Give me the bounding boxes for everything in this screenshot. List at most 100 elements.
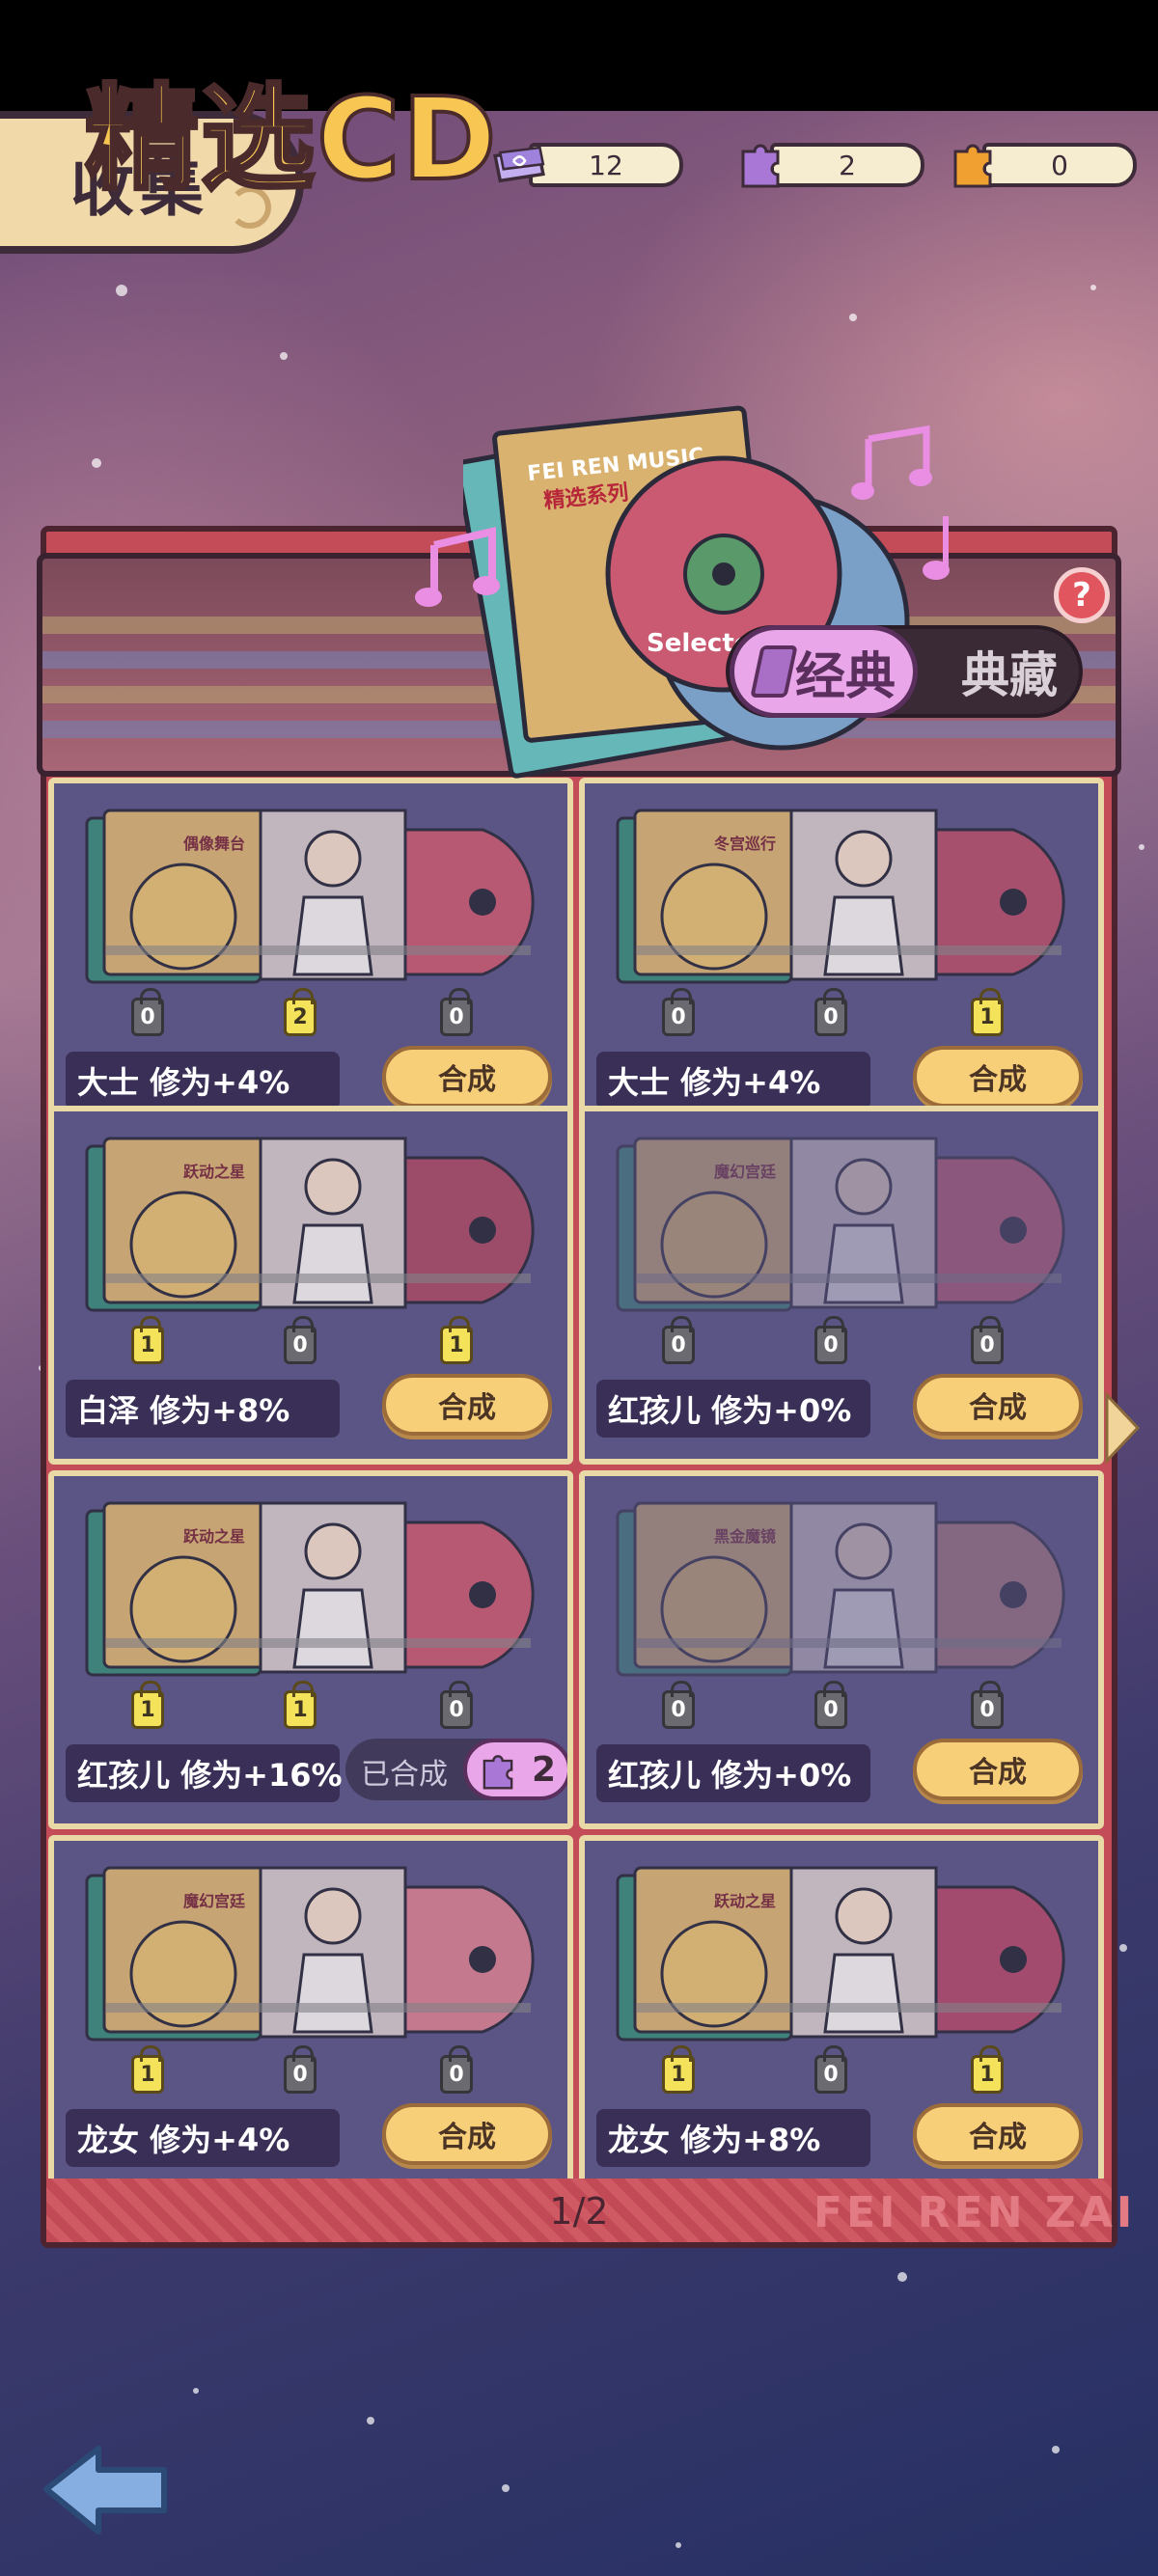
star bbox=[1119, 1944, 1127, 1952]
orange-fragment-count: 0 bbox=[982, 143, 1137, 187]
star bbox=[193, 2388, 199, 2394]
fragment-count-lock: 1 bbox=[971, 2045, 1004, 2094]
fragment-count-lock: 0 bbox=[662, 1681, 695, 1729]
craft-button[interactable]: 合成 bbox=[913, 1739, 1083, 1800]
fragment-count-lock: 0 bbox=[814, 988, 847, 1036]
crafted-status: 已合成 2 bbox=[345, 1739, 567, 1800]
purple-fragment-count: 2 bbox=[770, 143, 924, 187]
fragment-reward-count: 2 bbox=[531, 1749, 556, 1790]
cd-card[interactable]: 黑金魔镜 0 0 0 红孩儿 修为+0% 合成 bbox=[579, 1470, 1104, 1829]
tab-classic-label: 经典 bbox=[794, 647, 896, 706]
character-bonus: 大士 修为+4% bbox=[596, 1052, 870, 1110]
cd-card[interactable]: 偶像舞台 0 2 0 大士 修为+4% 合成 bbox=[48, 778, 573, 1137]
character-bonus: 大士 修为+4% bbox=[66, 1052, 340, 1110]
fragment-count-lock: 0 bbox=[662, 1316, 695, 1364]
star bbox=[280, 352, 288, 360]
album-name: 魔幻宫廷 bbox=[183, 1892, 246, 1910]
cd-puzzle-art: 黑金魔镜 bbox=[616, 1501, 1065, 1677]
album-name: 黑金魔镜 bbox=[714, 1527, 776, 1546]
star bbox=[1052, 2446, 1060, 2453]
cd-puzzle-art: 跃动之星 bbox=[85, 1137, 535, 1312]
fragment-count-lock: 1 bbox=[284, 1681, 317, 1729]
cd-card[interactable]: 跃动之星 1 0 1 龙女 修为+8% 合成 bbox=[579, 1835, 1104, 2194]
ticket-count: 12 bbox=[529, 143, 683, 187]
help-button[interactable]: ? bbox=[1054, 567, 1110, 623]
character-bonus: 红孩儿 修为+0% bbox=[596, 1380, 870, 1438]
tab-classic[interactable]: 经典 bbox=[730, 625, 918, 718]
fragment-count-lock: 1 bbox=[131, 1316, 164, 1364]
music-note-icon bbox=[415, 526, 500, 607]
next-page-arrow-icon[interactable] bbox=[1103, 1389, 1142, 1466]
craft-button[interactable]: 合成 bbox=[382, 2103, 552, 2165]
fragment-count-lock: 0 bbox=[971, 1681, 1004, 1729]
fragment-count-lock: 1 bbox=[440, 1316, 473, 1364]
star bbox=[1090, 285, 1096, 290]
star bbox=[367, 2417, 374, 2425]
tab-collection-label: 典藏 bbox=[961, 647, 1058, 703]
orange-puzzle-icon bbox=[944, 137, 1002, 193]
fragment-count-lock: 0 bbox=[662, 988, 695, 1036]
star bbox=[1139, 844, 1144, 850]
fragment-count-lock: 0 bbox=[440, 988, 473, 1036]
fragment-count-lock: 0 bbox=[971, 1316, 1004, 1364]
watermark: FEI REN ZAI bbox=[813, 2188, 1137, 2237]
album-name: 魔幻宫廷 bbox=[714, 1163, 777, 1181]
purple-puzzle-icon bbox=[482, 1755, 513, 1790]
star bbox=[897, 2272, 907, 2282]
character-bonus: 红孩儿 修为+16% bbox=[66, 1744, 343, 1802]
cd-puzzle-art: 魔幻宫廷 bbox=[85, 1866, 535, 2042]
cd-card[interactable]: 跃动之星 1 1 0 红孩儿 修为+16% 已合成 2 bbox=[48, 1470, 573, 1829]
fragment-count-lock: 0 bbox=[814, 2045, 847, 2094]
album-name: 跃动之星 bbox=[714, 1892, 776, 1910]
cd-card[interactable]: 魔幻宫廷 0 0 0 红孩儿 修为+0% 合成 bbox=[579, 1106, 1104, 1465]
craft-button[interactable]: 合成 bbox=[382, 1374, 552, 1436]
fragment-count-lock: 0 bbox=[284, 2045, 317, 2094]
fragment-count-lock: 1 bbox=[131, 2045, 164, 2094]
ticket-icon bbox=[490, 137, 548, 193]
album-name: 冬宫巡行 bbox=[714, 835, 776, 853]
fragment-count-lock: 0 bbox=[814, 1316, 847, 1364]
crafted-label: 已合成 bbox=[361, 1758, 448, 1792]
cd-puzzle-art: 跃动之星 bbox=[85, 1501, 535, 1677]
character-bonus: 龙女 修为+4% bbox=[66, 2109, 340, 2167]
fragment-count-lock: 1 bbox=[662, 2045, 695, 2094]
fragment-reward: 2 bbox=[463, 1739, 567, 1800]
character-bonus: 龙女 修为+8% bbox=[596, 2109, 870, 2167]
cd-card[interactable]: 跃动之星 1 0 1 白泽 修为+8% 合成 bbox=[48, 1106, 573, 1465]
resource-purple-fragments[interactable]: 2 bbox=[731, 143, 924, 188]
star bbox=[676, 2542, 681, 2548]
banner-title: 精选CD bbox=[83, 70, 499, 207]
resource-orange-fragments[interactable]: 0 bbox=[944, 143, 1137, 188]
character-bonus: 白泽 修为+8% bbox=[66, 1380, 340, 1438]
character-bonus: 红孩儿 修为+0% bbox=[596, 1744, 870, 1802]
album-name: 跃动之星 bbox=[183, 1163, 245, 1181]
resource-tickets[interactable]: 12 bbox=[490, 143, 683, 187]
star bbox=[116, 285, 127, 296]
fragment-count-lock: 1 bbox=[131, 1681, 164, 1729]
fragment-count-lock: 0 bbox=[440, 2045, 473, 2094]
page-indicator: 1/2 bbox=[549, 2190, 609, 2233]
star bbox=[849, 314, 857, 321]
star bbox=[92, 458, 101, 468]
edition-toggle[interactable]: 经典 典藏 bbox=[726, 625, 1083, 718]
tab-collection[interactable]: 典藏 bbox=[937, 629, 1082, 714]
cd-card[interactable]: 魔幻宫廷 1 0 0 龙女 修为+4% 合成 bbox=[48, 1835, 573, 2194]
book-icon bbox=[750, 645, 798, 698]
fragment-count-lock: 0 bbox=[440, 1681, 473, 1729]
craft-button[interactable]: 合成 bbox=[913, 2103, 1083, 2165]
purple-puzzle-icon bbox=[731, 137, 789, 193]
fragment-count-lock: 1 bbox=[971, 988, 1004, 1036]
back-arrow-icon[interactable] bbox=[39, 2441, 174, 2537]
fragment-count-lock: 0 bbox=[284, 1316, 317, 1364]
craft-button[interactable]: 合成 bbox=[913, 1374, 1083, 1436]
cd-puzzle-art: 跃动之星 bbox=[616, 1866, 1065, 2042]
album-name: 跃动之星 bbox=[183, 1527, 245, 1546]
craft-button[interactable]: 合成 bbox=[382, 1046, 552, 1108]
cd-card[interactable]: 冬宫巡行 0 0 1 大士 修为+4% 合成 bbox=[579, 778, 1104, 1137]
cd-puzzle-art: 偶像舞台 bbox=[85, 808, 535, 984]
cd-puzzle-art: 冬宫巡行 bbox=[616, 808, 1065, 984]
cd-puzzle-art: 魔幻宫廷 bbox=[616, 1137, 1065, 1312]
craft-button[interactable]: 合成 bbox=[913, 1046, 1083, 1108]
fragment-count-lock: 2 bbox=[284, 988, 317, 1036]
album-name: 偶像舞台 bbox=[183, 835, 245, 853]
